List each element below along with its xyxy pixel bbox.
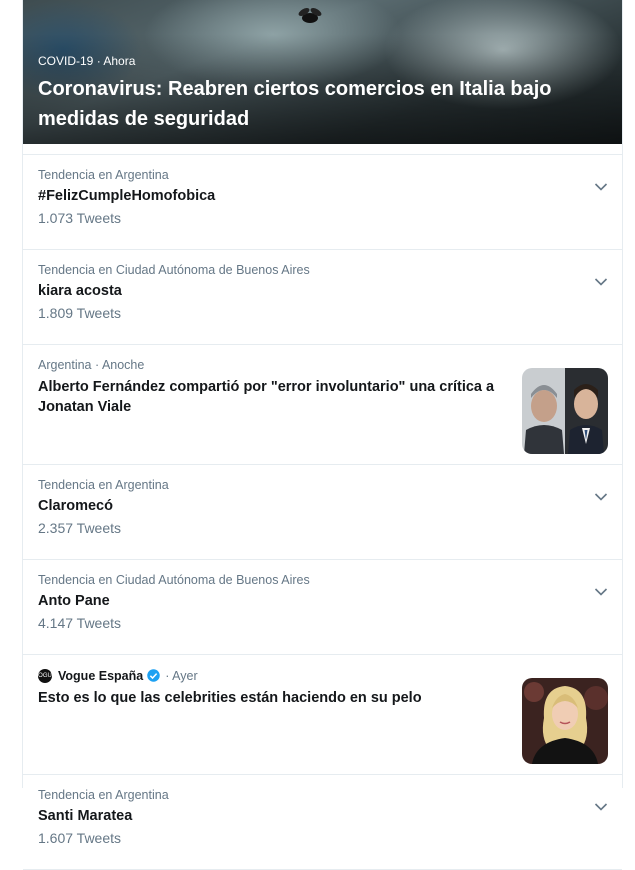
trend-context: Tendencia en Argentina	[38, 478, 169, 492]
trend-context: Tendencia en Argentina	[38, 788, 169, 802]
trend-name[interactable]: kiara acosta	[38, 283, 607, 299]
section-divider	[23, 144, 622, 155]
explore-trends-panel: COVID-19 · Ahora Coronavirus: Reabren ci…	[22, 0, 623, 870]
hero-headline[interactable]: Coronavirus: Reabren ciertos comercios e…	[38, 74, 602, 134]
trend-name[interactable]: #FelizCumpleHomofobica	[38, 188, 607, 204]
trend-item[interactable]: Tendencia en Argentina Santi Maratea 1.6…	[23, 788, 622, 870]
hero-category: COVID-19	[38, 54, 94, 68]
news-context: Argentina · Anoche	[38, 358, 145, 372]
hero-time: Ahora	[103, 54, 136, 68]
news-thumbnail[interactable]	[522, 368, 608, 454]
chevron-down-icon[interactable]	[594, 802, 608, 812]
news-time: · Ayer	[165, 668, 198, 683]
trend-context: Tendencia en Ciudad Autónoma de Buenos A…	[38, 263, 310, 277]
verified-badge-icon	[147, 669, 160, 682]
news-headline[interactable]: Alberto Fernández compartió por "error i…	[38, 377, 497, 417]
news-item[interactable]: VOGUE Vogue España · Ayer Esto es lo que…	[23, 668, 622, 775]
trend-context: Tendencia en Argentina	[38, 168, 169, 182]
news-source-name[interactable]: Vogue España	[58, 669, 143, 683]
trend-item[interactable]: Tendencia en Argentina #FelizCumpleHomof…	[23, 168, 622, 250]
bee-icon	[298, 8, 322, 23]
news-time: Anoche	[101, 358, 145, 372]
news-item[interactable]: Argentina · Anoche Alberto Fernández com…	[23, 358, 622, 465]
trend-name[interactable]: Anto Pane	[38, 593, 607, 609]
featured-news-card[interactable]: COVID-19 · Ahora Coronavirus: Reabren ci…	[23, 0, 622, 144]
chevron-down-icon[interactable]	[594, 277, 608, 287]
trend-tweet-count: 1.809 Tweets	[38, 305, 122, 321]
two-men-portrait-image	[522, 368, 608, 454]
chevron-down-icon[interactable]	[594, 182, 608, 192]
trend-item[interactable]: Tendencia en Ciudad Autónoma de Buenos A…	[23, 263, 622, 345]
vogue-logo-icon: VOGUE	[34, 668, 56, 683]
trend-item[interactable]: Tendencia en Argentina Claromecó 2.357 T…	[23, 478, 622, 560]
trend-item[interactable]: Tendencia en Ciudad Autónoma de Buenos A…	[23, 573, 622, 655]
news-source[interactable]: VOGUE Vogue España · Ayer	[34, 668, 607, 683]
trend-name[interactable]: Claromecó	[38, 498, 607, 514]
celebrity-blonde-image	[522, 678, 608, 764]
chevron-down-icon[interactable]	[594, 587, 608, 597]
news-thumbnail[interactable]	[522, 678, 608, 764]
news-headline[interactable]: Esto es lo que las celebrities están hac…	[38, 688, 497, 708]
trend-tweet-count: 1.607 Tweets	[38, 830, 122, 846]
trend-context: Tendencia en Ciudad Autónoma de Buenos A…	[38, 573, 310, 587]
chevron-down-icon[interactable]	[594, 492, 608, 502]
trend-tweet-count: 2.357 Tweets	[38, 520, 122, 536]
trend-tweet-count: 4.147 Tweets	[38, 615, 122, 631]
trend-name[interactable]: Santi Maratea	[38, 808, 607, 824]
hero-meta: COVID-19 · Ahora	[38, 54, 136, 68]
trend-tweet-count: 1.073 Tweets	[38, 210, 122, 226]
news-region: Argentina	[38, 358, 92, 372]
